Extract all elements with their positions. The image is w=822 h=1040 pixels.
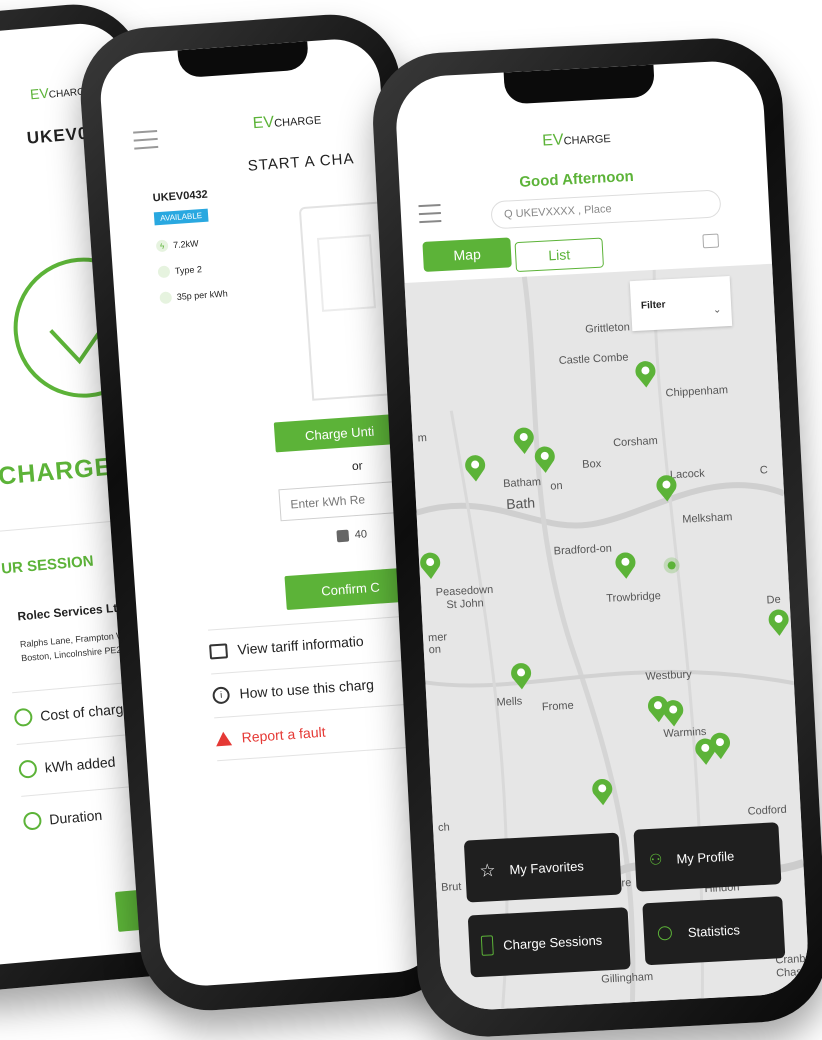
charger-pin-icon[interactable] bbox=[419, 551, 442, 580]
charge-sessions-label: Charge Sessions bbox=[502, 932, 603, 953]
place-m: m bbox=[417, 432, 428, 445]
search-placeholder: Q UKEVXXXX , Place bbox=[503, 203, 612, 221]
place-box: Box bbox=[581, 457, 602, 471]
station-code: UKEV0432 bbox=[152, 188, 209, 205]
wallet-icon bbox=[159, 291, 173, 305]
statistics-label: Statistics bbox=[687, 921, 741, 940]
power-info: ϟ 7.2kW bbox=[155, 237, 199, 253]
logo-ev-text: EV bbox=[541, 131, 565, 150]
user-icon: ⚇ bbox=[648, 851, 663, 869]
place-on: on bbox=[550, 480, 563, 493]
charger-pin-icon[interactable] bbox=[464, 454, 487, 483]
chevron-down-icon: ⌄ bbox=[712, 304, 722, 316]
warning-icon bbox=[215, 731, 233, 747]
place-frome: Frome bbox=[541, 699, 574, 714]
charger-pin-icon[interactable] bbox=[512, 426, 535, 455]
cost-icon bbox=[13, 707, 34, 728]
hamburger-icon[interactable] bbox=[133, 129, 159, 150]
place-codford: Codford bbox=[747, 803, 788, 818]
place-batham: Batham bbox=[502, 476, 542, 491]
my-favorites-tile[interactable]: ☆ My Favorites bbox=[463, 832, 622, 903]
hamburger-icon[interactable] bbox=[418, 204, 442, 224]
greeting: Good Afternoon bbox=[518, 167, 635, 191]
place-on-2: on bbox=[428, 643, 442, 657]
how-to-label: How to use this charg bbox=[238, 676, 375, 702]
plug-icon bbox=[157, 265, 171, 279]
charger-pin-icon[interactable] bbox=[655, 474, 678, 503]
charge-until-button[interactable]: Charge Unti bbox=[273, 413, 406, 453]
connector-label: Type 2 bbox=[174, 264, 203, 277]
session-heading: UR SESSION bbox=[0, 552, 95, 578]
charger-pin-icon[interactable] bbox=[708, 732, 731, 761]
info-icon: i bbox=[212, 685, 231, 704]
charger-pin-icon[interactable] bbox=[591, 778, 614, 807]
my-favorites-label: My Favorites bbox=[509, 857, 585, 877]
tariff-icon bbox=[209, 642, 229, 660]
price-label: 35p per kWh bbox=[176, 288, 228, 302]
clock-icon bbox=[22, 811, 43, 831]
cart-icon[interactable] bbox=[702, 233, 720, 249]
kwh-input-placeholder: Enter kWh Re bbox=[290, 492, 366, 512]
kwh-stepper[interactable]: 40 bbox=[336, 528, 368, 543]
place-mells: Mells bbox=[496, 695, 523, 709]
or-text: or bbox=[351, 458, 364, 474]
logo-ev-text: EV bbox=[252, 113, 275, 133]
pie-chart-icon bbox=[657, 925, 673, 941]
kwh-input[interactable]: Enter kWh Re bbox=[278, 480, 411, 522]
charge-sessions-tile[interactable]: Charge Sessions bbox=[467, 907, 631, 978]
kwh-label: kWh added bbox=[44, 753, 117, 776]
star-icon: ☆ bbox=[478, 859, 496, 881]
tab-list[interactable]: List bbox=[514, 237, 604, 273]
middle-logo: EVCHARGE bbox=[252, 110, 321, 133]
available-badge: AVAILABLE bbox=[153, 208, 209, 226]
bolt-icon: ϟ bbox=[155, 239, 169, 253]
connector-info: Type 2 bbox=[157, 263, 203, 279]
logo-charge-text: CHARGE bbox=[563, 133, 611, 148]
left-station-code: UKEV0 bbox=[26, 123, 90, 148]
duration-label: Duration bbox=[48, 806, 103, 828]
statistics-tile[interactable]: Statistics bbox=[642, 896, 786, 966]
battery-icon bbox=[480, 935, 494, 956]
tariff-label: View tariff informatio bbox=[236, 632, 365, 658]
price-info: 35p per kWh bbox=[159, 287, 228, 305]
place-ch: ch bbox=[437, 821, 451, 834]
place-c: C bbox=[759, 464, 769, 477]
charger-pin-icon[interactable] bbox=[634, 360, 657, 389]
place-corsham: Corsham bbox=[612, 434, 659, 450]
logo-ev-text: EV bbox=[29, 84, 50, 103]
my-profile-tile[interactable]: ⚇ My Profile bbox=[633, 822, 782, 892]
charger-pin-icon[interactable] bbox=[510, 662, 533, 691]
right-notch bbox=[503, 64, 656, 105]
start-charge-title: START A CHA bbox=[247, 150, 355, 175]
place-grittleton: Grittleton bbox=[584, 321, 631, 336]
place-chas: Chas bbox=[775, 966, 803, 980]
place-bath: Bath bbox=[505, 494, 536, 512]
minus-button[interactable] bbox=[336, 529, 350, 543]
cost-label: Cost of charge bbox=[39, 699, 132, 724]
tab-map[interactable]: Map bbox=[422, 237, 512, 272]
logo-charge-text: CHARGE bbox=[273, 114, 322, 130]
charger-pin-icon[interactable] bbox=[614, 551, 637, 580]
right-logo: EVCHARGE bbox=[542, 129, 611, 151]
charger-pin-icon[interactable] bbox=[767, 608, 790, 637]
place-st-john: St John bbox=[446, 597, 485, 612]
charger-pin-icon[interactable] bbox=[533, 445, 556, 474]
place-brut: Brut bbox=[440, 880, 462, 894]
place-westbury: Westbury bbox=[645, 668, 692, 683]
map[interactable]: Filter ⌄ Grittleton Castle Combe Chippen… bbox=[404, 263, 811, 1012]
stepper-value: 40 bbox=[354, 528, 368, 542]
place-de: De bbox=[766, 593, 781, 607]
kwh-icon bbox=[18, 759, 38, 779]
power-label: 7.2kW bbox=[172, 238, 199, 251]
my-profile-label: My Profile bbox=[676, 848, 735, 867]
right-phone-screen: EVCHARGE Good Afternoon Q UKEVXXXX , Pla… bbox=[393, 59, 811, 1012]
report-fault-label: Report a fault bbox=[241, 723, 327, 746]
filter-dropdown[interactable]: Filter ⌄ bbox=[629, 275, 733, 332]
search-input[interactable]: Q UKEVXXXX , Place bbox=[490, 189, 722, 230]
place-mer: mer bbox=[427, 631, 448, 645]
charger-pin-icon[interactable] bbox=[662, 699, 685, 728]
company-name: Rolec Services Ltd bbox=[16, 600, 126, 624]
tab-list-label: List bbox=[547, 246, 571, 264]
